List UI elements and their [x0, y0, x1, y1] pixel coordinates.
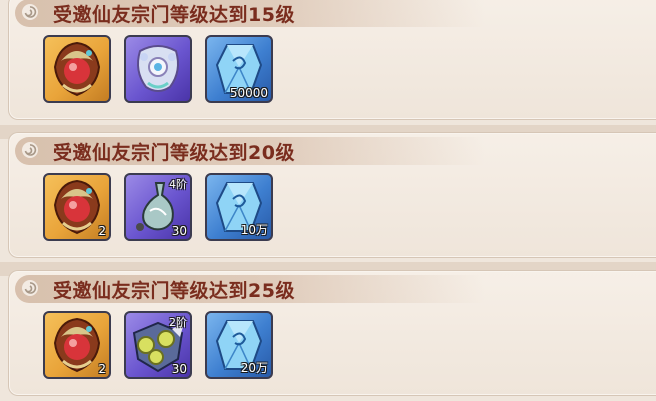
reward-items: 2 2阶 30 20万	[43, 311, 273, 379]
item-stage-label: 4阶	[169, 178, 187, 191]
item-stage-label: 2阶	[169, 316, 187, 329]
reward-title: 受邀仙友宗门等级达到20级	[53, 142, 295, 164]
swirl-icon	[21, 279, 39, 297]
reward-card: 受邀仙友宗门等级达到20级 2 4阶 30 10万	[8, 132, 656, 258]
reward-item-slot[interactable]: 10万	[205, 173, 273, 241]
reward-item-slot[interactable]: 4阶 30	[124, 173, 192, 241]
item-count: 20万	[240, 361, 268, 375]
item-count: 2	[98, 362, 106, 376]
swirl-icon	[21, 3, 39, 21]
item-count: 30	[171, 224, 187, 238]
item-count: 2	[98, 224, 106, 238]
swirl-icon	[21, 141, 39, 159]
reward-item-slot[interactable]: 2	[43, 311, 111, 379]
reward-item-slot[interactable]: 2	[43, 173, 111, 241]
reward-card: 受邀仙友宗门等级达到15级 50000	[8, 0, 656, 120]
reward-item-slot[interactable]: 2阶 30	[124, 311, 192, 379]
item-count: 10万	[240, 223, 268, 237]
item-count: 50000	[229, 86, 268, 100]
reward-item-slot[interactable]	[124, 35, 192, 103]
reward-title: 受邀仙友宗门等级达到25级	[53, 280, 295, 302]
reward-item-slot[interactable]	[43, 35, 111, 103]
reward-items: 50000	[43, 35, 273, 103]
item-count: 30	[171, 362, 187, 376]
reward-items: 2 4阶 30 10万	[43, 173, 273, 241]
reward-item-slot[interactable]: 20万	[205, 311, 273, 379]
reward-card: 受邀仙友宗门等级达到25级 2 2阶 30 20万	[8, 270, 656, 396]
reward-title: 受邀仙友宗门等级达到15级	[53, 4, 295, 26]
reward-item-slot[interactable]: 50000	[205, 35, 273, 103]
